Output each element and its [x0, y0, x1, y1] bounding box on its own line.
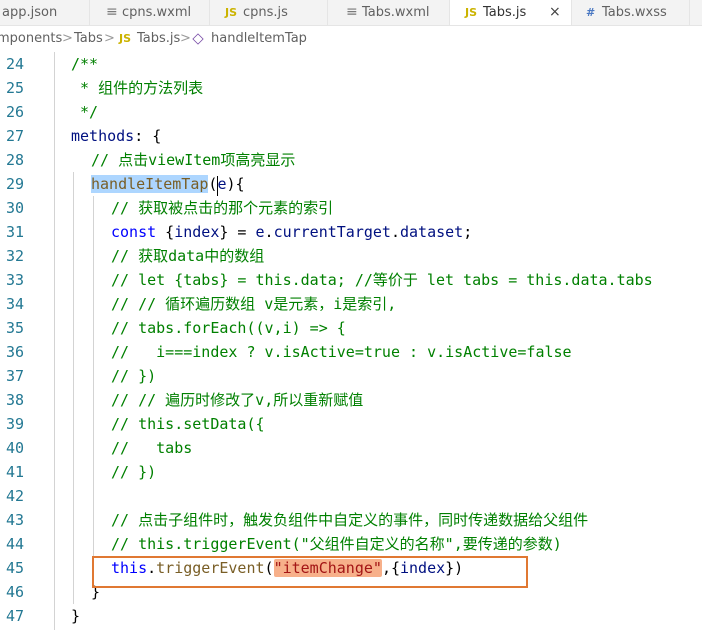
code-line-44: // this.triggerEvent("父组件自定义的名称",要传递的参数) [111, 535, 562, 553]
code-line-32: // 获取data中的数组 [111, 247, 265, 265]
tab-label: cpns.js [243, 5, 288, 20]
js-file-icon: JS [119, 32, 132, 45]
line-number: 36 [5, 343, 24, 361]
token-punct: } = [219, 223, 256, 241]
token-var: e [255, 223, 265, 241]
code-line-39: // this.setData({ [111, 415, 265, 433]
breadcrumb-separator: > [180, 31, 191, 46]
line-number: 32 [5, 247, 24, 265]
token-methods: methods [71, 127, 135, 145]
line-number: 44 [5, 535, 24, 553]
code-line-31: const {index} = e.currentTarget.dataset; [111, 220, 472, 244]
code-line-35: // tabs.forEach((v,i) => { [111, 319, 346, 337]
annotation-box [92, 556, 528, 588]
code-line-40: // tabs [111, 439, 193, 457]
method-cube-icon [192, 33, 204, 45]
code-line-36: // i===index ? v.isActive=true : v.isAct… [111, 343, 572, 361]
code-line-24: /** [71, 55, 99, 73]
line-number: 46 [5, 583, 24, 601]
line-number: 24 [5, 55, 24, 73]
code-line-29: handleItemTap(e){ [91, 172, 245, 196]
token-selected-function-name: handleItemTap [91, 175, 209, 193]
tab-tabs-js[interactable]: JS Tabs.js × [450, 0, 572, 25]
line-number: 47 [5, 607, 24, 625]
line-number: 27 [5, 127, 24, 145]
code-line-27: methods: { [71, 124, 161, 148]
breadcrumb-item-components[interactable]: mponents [0, 26, 62, 52]
tab-cpns-js[interactable]: JS cpns.js [210, 0, 328, 25]
tab-label: cpns.wxml [122, 5, 192, 20]
code-line-38: // // 遍历时修改了v,所以重新赋值 [111, 391, 364, 409]
tab-label: Tabs.wxml [362, 5, 430, 20]
editor-tab-bar: app.json ≡ cpns.wxml JS cpns.js ≡ Tabs.w… [0, 0, 702, 26]
tab-tabs-wxss[interactable]: # Tabs.wxss [572, 0, 690, 25]
js-file-icon: JS [465, 6, 478, 19]
line-number: 35 [5, 319, 24, 337]
line-number: 45 [5, 559, 24, 577]
xml-file-icon: ≡ [106, 4, 118, 20]
line-number: 25 [5, 79, 24, 97]
tab-label: Tabs.wxss [602, 5, 667, 20]
xml-file-icon: ≡ [346, 4, 358, 20]
line-number: 26 [5, 103, 24, 121]
line-number: 38 [5, 391, 24, 409]
token-prop: currentTarget [273, 223, 391, 241]
code-line-37: // }) [111, 367, 157, 385]
line-number: 40 [5, 439, 24, 457]
line-number: 30 [5, 199, 24, 217]
line-number: 42 [5, 487, 24, 505]
js-file-icon: JS [225, 6, 238, 19]
token-punct: : { [134, 127, 162, 145]
code-line-28: // 点击viewItem项高亮显示 [91, 151, 296, 169]
line-number: 29 [5, 175, 24, 193]
token-keyword: const [111, 223, 157, 241]
indent-guide [73, 172, 74, 604]
css-file-icon: # [586, 6, 596, 19]
indent-guide [93, 196, 94, 584]
close-icon[interactable]: × [549, 0, 561, 25]
breadcrumb-item-tabs[interactable]: Tabs [74, 26, 103, 52]
token-punct: . [264, 223, 274, 241]
breadcrumb-item-method[interactable]: handleItemTap [211, 26, 307, 52]
line-number: 37 [5, 367, 24, 385]
breadcrumb-separator: > [104, 31, 115, 46]
breadcrumb-separator: > [62, 31, 73, 46]
token-punct: ){ [226, 175, 245, 193]
text-cursor [217, 176, 218, 196]
token-punct: ; [463, 223, 473, 241]
line-number: 31 [5, 223, 24, 241]
tab-label: app.json [2, 5, 58, 20]
code-line-41: // }) [111, 463, 157, 481]
indent-guide [54, 52, 55, 630]
line-number: 39 [5, 415, 24, 433]
code-line-33: // let {tabs} = this.data; //等价于 let tab… [111, 271, 653, 289]
line-number: 28 [5, 151, 24, 169]
line-number: 41 [5, 463, 24, 481]
line-number: 34 [5, 295, 24, 313]
line-number: 43 [5, 511, 24, 529]
tab-app-json[interactable]: app.json [0, 0, 90, 25]
breadcrumb-item-file[interactable]: Tabs.js [137, 26, 180, 52]
token-punct: . [390, 223, 400, 241]
code-line-26: */ [71, 103, 99, 121]
breadcrumb: mponents > Tabs > JS Tabs.js > handleIte… [0, 26, 702, 52]
token-var: index [174, 223, 220, 241]
code-line-34: // // 循环遍历数组 v是元素，i是索引, [111, 295, 397, 313]
tab-cpns-wxml[interactable]: ≡ cpns.wxml [90, 0, 210, 25]
tab-label: Tabs.js [483, 5, 527, 20]
token-punct: { [156, 223, 175, 241]
line-number: 33 [5, 271, 24, 289]
token-prop: dataset [400, 223, 464, 241]
code-line-47: } [71, 607, 81, 625]
code-line-43: // 点击子组件时，触发负组件中自定义的事件，同时传递数据给父组件 [111, 511, 589, 529]
code-line-30: // 获取被点击的那个元素的索引 [111, 199, 334, 217]
code-line-25: * 组件的方法列表 [71, 79, 204, 97]
tab-tabs-wxml[interactable]: ≡ Tabs.wxml [328, 0, 450, 25]
